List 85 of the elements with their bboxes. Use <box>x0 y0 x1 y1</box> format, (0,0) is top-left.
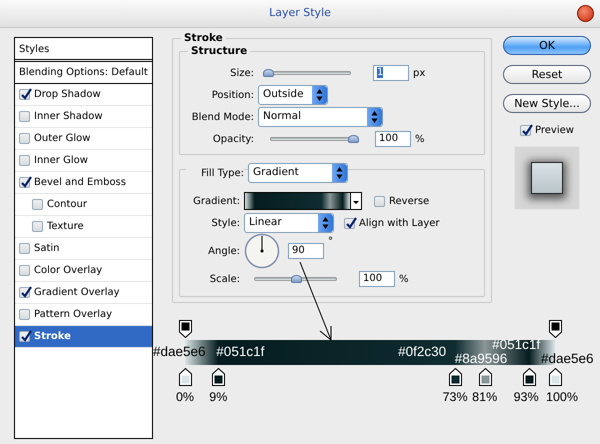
checkbox[interactable] <box>19 177 30 188</box>
checkbox[interactable] <box>32 221 43 232</box>
checkbox[interactable] <box>19 111 30 122</box>
window-title: Layer Style <box>269 5 331 22</box>
panel-header: Styles <box>15 38 152 62</box>
preview-swatch <box>514 146 580 210</box>
number-field[interactable]: 1 <box>373 65 409 81</box>
stop-location-label: 9% <box>208 389 228 406</box>
checkbox-label: Reverse <box>389 194 430 208</box>
color-code-label: #0f2c30 <box>398 344 446 359</box>
close-button[interactable] <box>577 5 594 22</box>
unit-label: % <box>399 272 409 286</box>
field-label: Position: <box>210 88 254 102</box>
style-list-item[interactable]: Texture <box>15 216 152 238</box>
dialog-button[interactable]: OK <box>503 36 591 55</box>
stop-location-label: 81% <box>471 389 498 406</box>
style-list-item[interactable]: Outer Glow <box>15 128 152 150</box>
field-label: Blend Mode: <box>190 110 254 124</box>
unit-label: ° <box>328 235 333 249</box>
style-list-item[interactable]: Bevel and Emboss <box>15 172 152 194</box>
unit-label: px <box>413 66 426 80</box>
slider-thumb[interactable] <box>263 69 274 77</box>
stepper-arrows-icon <box>332 164 347 182</box>
stop-location-label: 0% <box>174 389 196 406</box>
checkbox-label: Align with Layer <box>359 216 440 230</box>
checkbox[interactable] <box>19 287 30 298</box>
checkbox[interactable] <box>19 243 30 254</box>
angle-dial-icon[interactable] <box>244 233 280 269</box>
checkbox[interactable] <box>19 309 30 320</box>
stepper-arrows-icon <box>318 214 333 232</box>
checkbox[interactable] <box>19 133 30 144</box>
opacity-stop-icon[interactable] <box>549 320 562 338</box>
stepper-arrows-icon <box>312 86 327 104</box>
unit-label: % <box>415 132 425 146</box>
checkbox-label: Preview <box>535 124 574 138</box>
slider-thumb[interactable] <box>290 275 302 283</box>
style-list-item[interactable]: Contour <box>15 194 152 216</box>
checkbox[interactable] <box>520 125 532 136</box>
color-stop-icon[interactable] <box>523 368 536 386</box>
field-label: Gradient: <box>192 194 240 208</box>
stop-location-label: 73% <box>442 389 469 406</box>
color-stop-icon[interactable] <box>449 368 462 386</box>
field-label: Opacity: <box>212 132 254 146</box>
gradient-swatch[interactable] <box>244 192 362 210</box>
checkbox[interactable] <box>19 265 30 276</box>
checkbox[interactable] <box>19 89 30 100</box>
color-stop-icon[interactable] <box>549 368 562 386</box>
color-stop-icon[interactable] <box>478 368 492 386</box>
color-stop-icon[interactable] <box>179 368 192 386</box>
dropdown[interactable]: Linear <box>244 213 334 233</box>
field-label: Size: <box>229 66 254 80</box>
field-label: Fill Type: <box>186 166 244 180</box>
style-list-item[interactable]: Blending Options: Default <box>15 62 152 84</box>
style-list-item[interactable]: Color Overlay <box>15 260 152 282</box>
style-list-item[interactable]: Gradient Overlay <box>15 282 152 304</box>
stop-location-label: 100% <box>545 389 579 406</box>
dropdown[interactable]: Normal <box>258 107 383 127</box>
field-label: Style: <box>210 216 240 230</box>
dropdown[interactable]: Gradient <box>248 163 348 183</box>
style-list-item[interactable]: Inner Shadow <box>15 106 152 128</box>
style-list-item[interactable]: Stroke <box>15 326 152 348</box>
color-stop-icon[interactable] <box>212 368 226 386</box>
checkbox[interactable] <box>32 199 43 210</box>
checkbox[interactable] <box>19 331 30 342</box>
style-list-item[interactable]: Satin <box>15 238 152 260</box>
number-field[interactable]: 90 <box>288 243 324 259</box>
field-label: Angle: <box>207 244 240 258</box>
dialog-button[interactable]: New Style... <box>503 94 591 113</box>
color-code-label: #8a9596 <box>454 351 508 366</box>
opacity-stop-icon[interactable] <box>179 320 192 338</box>
dropdown[interactable]: Outside <box>258 85 328 105</box>
color-code-label: #051c1f <box>492 337 540 352</box>
stepper-arrows-icon <box>367 108 382 126</box>
field-label: Scale: <box>208 272 240 286</box>
checkbox[interactable] <box>19 155 30 166</box>
number-field[interactable]: 100 <box>359 271 395 287</box>
color-code-label: #051c1f <box>216 344 264 359</box>
dialog-button[interactable]: Reset <box>503 65 591 84</box>
checkbox[interactable] <box>374 196 385 206</box>
stop-location-label: 93% <box>512 389 540 406</box>
style-list-item[interactable]: Inner Glow <box>15 150 152 172</box>
number-field[interactable]: 100 <box>375 131 411 147</box>
checkbox[interactable] <box>344 218 355 228</box>
slider-thumb[interactable] <box>348 135 359 143</box>
style-list-item[interactable]: Drop Shadow <box>15 84 152 106</box>
